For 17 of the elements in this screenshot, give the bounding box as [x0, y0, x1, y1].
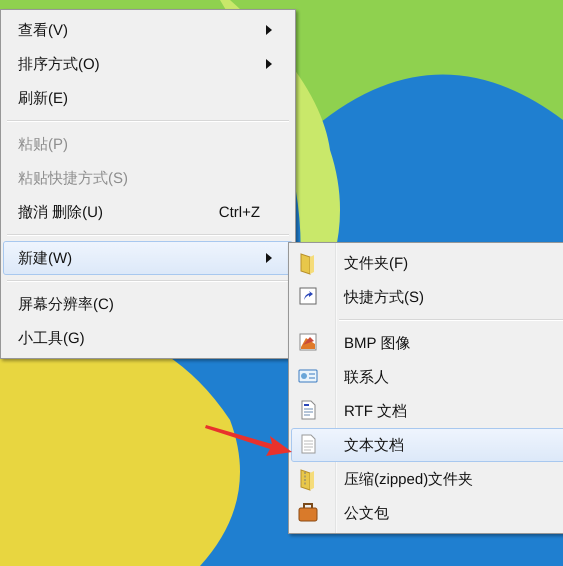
menu-item[interactable]: 公文包: [291, 496, 563, 530]
briefcase-icon: [298, 502, 318, 524]
submenu-caret-icon: [266, 25, 272, 35]
menu-item[interactable]: 快捷方式(S): [291, 280, 563, 314]
menu-item[interactable]: 文本文档: [291, 428, 563, 462]
menu-item[interactable]: 查看(V): [3, 13, 293, 47]
submenu-caret-icon: [266, 59, 272, 69]
menu-item[interactable]: 新建(W): [3, 241, 293, 275]
menu-item[interactable]: 排序方式(O): [3, 47, 293, 81]
menu-item[interactable]: BMP 图像: [291, 326, 563, 360]
menu-item[interactable]: 联系人: [291, 360, 563, 394]
menu-item[interactable]: 文件夹(F): [291, 246, 563, 280]
submenu-caret-icon: [266, 253, 272, 263]
menu-item[interactable]: 撤消 删除(U) Ctrl+Z: [3, 195, 293, 229]
menu-item[interactable]: 刷新(E): [3, 81, 293, 115]
menu-item[interactable]: RTF 文档: [291, 394, 563, 428]
menu-item[interactable]: 压缩(zipped)文件夹: [291, 462, 563, 496]
